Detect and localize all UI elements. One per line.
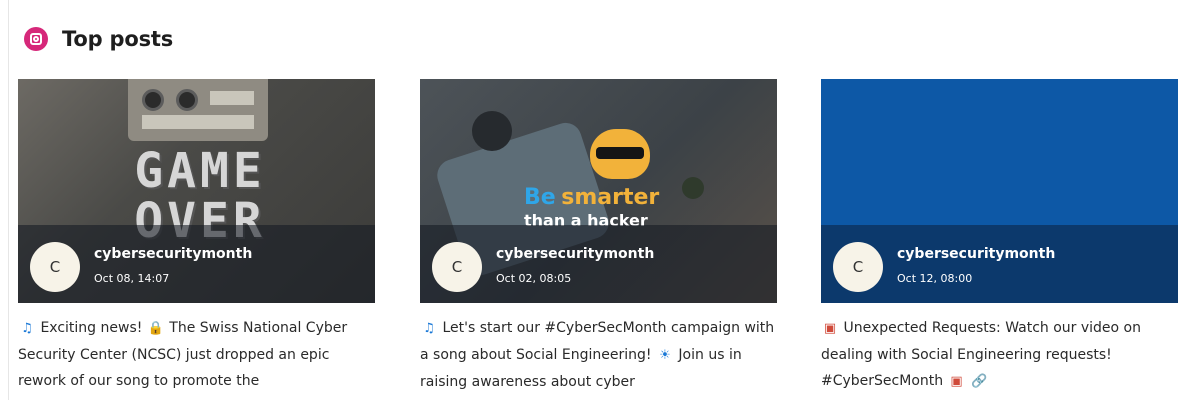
post-date: Oct 12, 08:00 [897, 272, 973, 285]
lock-icon: 🔒 [147, 321, 164, 336]
caption-text: Exciting news! [36, 320, 147, 336]
image-slogan: Be smarter than a hacker [524, 187, 659, 229]
image-text-line1: GAME [134, 143, 266, 199]
mascot-graphic [590, 129, 650, 179]
music-note-icon: ♫ [423, 321, 435, 336]
avatar[interactable]: C [833, 242, 883, 292]
panel-title: Top posts [62, 27, 174, 51]
plant-graphic [682, 177, 704, 199]
slogan-smarter: smarter [561, 185, 660, 210]
instagram-icon [24, 27, 48, 51]
top-posts-panel: Top posts GAME OVER C cybersecuritymonth… [0, 0, 1184, 400]
person-graphic [472, 111, 512, 151]
post-caption: ♫ Exciting news! 🔒 The Swiss National Cy… [18, 315, 378, 394]
post-card[interactable]: GAME OVER C cybersecuritymonth Oct 08, 1… [18, 79, 375, 394]
tv-icon: ▣ [823, 321, 837, 336]
post-author[interactable]: cybersecuritymonth [496, 246, 654, 262]
tv-icon: ▣ [950, 374, 963, 389]
avatar[interactable]: C [432, 242, 482, 292]
link-icon: 🔗 [970, 374, 988, 389]
post-image[interactable]: GAME OVER C cybersecuritymonth Oct 08, 1… [18, 79, 375, 303]
post-caption: ▣ Unexpected Requests: Watch our video o… [821, 315, 1181, 395]
post-date: Oct 08, 14:07 [94, 272, 170, 285]
post-image[interactable]: C cybersecuritymonth Oct 12, 08:00 [821, 79, 1178, 303]
wave-icon: ☀ [659, 348, 671, 363]
avatar[interactable]: C [30, 242, 80, 292]
post-card[interactable]: Be smarter than a hacker C cybersecurity… [420, 79, 777, 395]
post-author[interactable]: cybersecuritymonth [94, 246, 252, 262]
post-card[interactable]: C cybersecuritymonth Oct 12, 08:00 ▣ Une… [821, 79, 1178, 395]
device-graphic [128, 79, 268, 141]
post-caption: ♫ Let's start our #CyberSecMonth campaig… [420, 315, 780, 395]
post-author[interactable]: cybersecuritymonth [897, 246, 1055, 262]
panel-divider [8, 0, 9, 400]
post-image[interactable]: Be smarter than a hacker C cybersecurity… [420, 79, 777, 303]
music-note-icon: ♫ [21, 321, 33, 336]
post-date: Oct 02, 08:05 [496, 272, 572, 285]
panel-header: Top posts [24, 24, 173, 54]
slogan-be: Be [524, 185, 556, 210]
